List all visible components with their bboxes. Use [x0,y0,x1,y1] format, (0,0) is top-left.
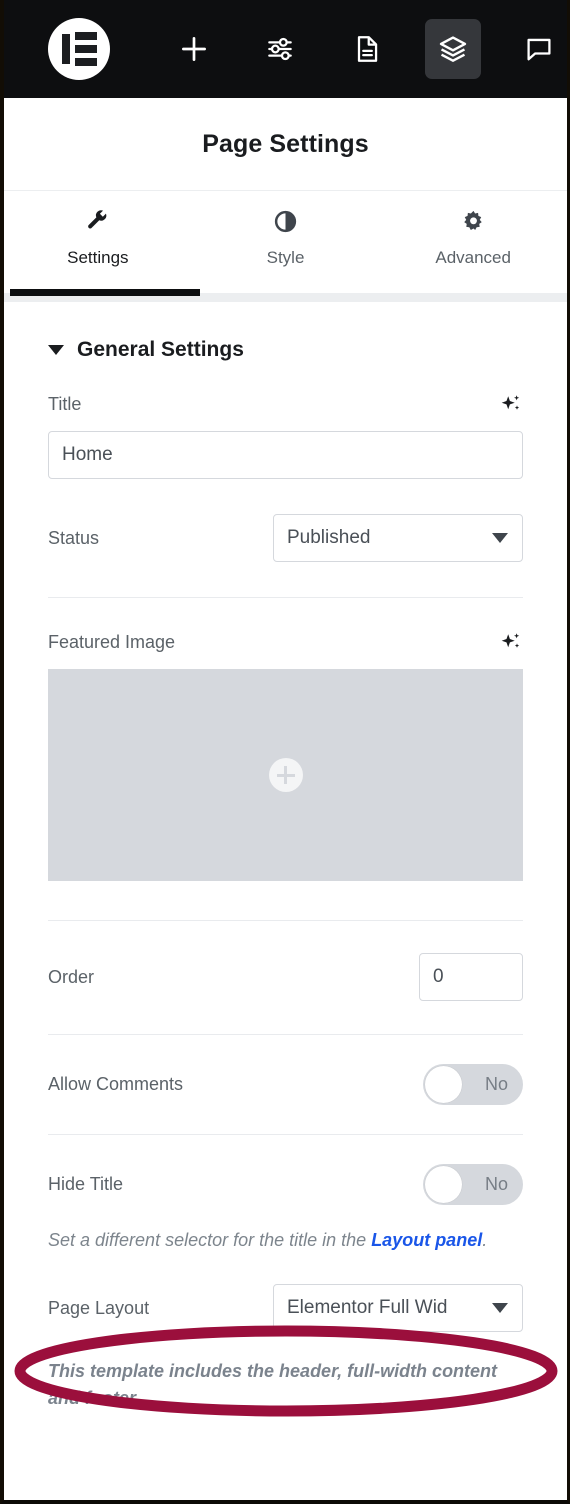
order-row: Order [48,953,523,1001]
featured-image-label: Featured Image [48,631,176,652]
allow-comments-row: Allow Comments No [48,1064,523,1105]
allow-comments-label: Allow Comments [48,1074,184,1094]
page-layout-label: Page Layout [48,1297,150,1318]
chevron-down-icon [492,1303,508,1314]
toggle-knob [425,1066,462,1103]
featured-image-dropzone[interactable] [48,669,523,881]
title-field-header: Title [48,392,523,416]
panel-header: Page Settings [4,98,567,191]
page-layout-note: This template includes the header, full-… [48,1361,498,1408]
chevron-down-icon [48,345,64,355]
divider [48,1134,523,1135]
divider [48,597,523,598]
page-layout-select[interactable]: Elementor Full Wid [273,1284,523,1333]
hide-title-toggle[interactable]: No [423,1164,523,1205]
sparkle-ai-icon[interactable] [499,392,523,416]
chevron-down-icon [492,533,508,543]
page-document-button[interactable] [339,19,394,79]
hide-title-row: Hide Title No [48,1164,523,1205]
divider [48,920,523,921]
section-title: General Settings [77,338,244,361]
tab-label: Style [266,248,305,267]
layers-icon [439,36,467,62]
status-select[interactable]: Published [273,514,523,562]
chat-bubble-icon [527,38,551,61]
wrench-icon [85,208,110,234]
contrast-icon [273,208,298,234]
sliders-icon [268,37,292,61]
title-input[interactable] [48,431,523,479]
page-title: Page Settings [202,129,369,158]
feedback-chat-button[interactable] [512,19,567,79]
hide-title-label: Hide Title [48,1174,124,1194]
help-text-before: Set a different selector for the title i… [48,1230,372,1250]
editor-toolbar [4,0,567,98]
order-input[interactable] [419,953,523,1001]
elementor-logo-button[interactable] [48,18,110,80]
plus-icon [181,37,206,61]
allow-comments-toggle[interactable]: No [423,1064,523,1105]
elementor-page-settings-panel: Page Settings Settings Style Advanced Ge… [0,0,570,1504]
general-settings-section-header[interactable]: General Settings [48,302,523,392]
sparkle-ai-icon[interactable] [499,630,523,654]
divider [48,1034,523,1035]
toggle-value: No [484,1174,508,1194]
layout-panel-link[interactable]: Layout panel [371,1230,482,1250]
tab-label: Advanced [435,248,511,267]
settings-body: General Settings Title Status Published [4,302,567,1412]
navigator-layers-button[interactable] [425,19,481,79]
panel-tabs: Settings Style Advanced [4,191,567,302]
toggle-knob [425,1166,462,1203]
help-text-after: . [482,1230,488,1250]
status-value: Published [287,527,371,548]
order-label: Order [48,966,95,987]
site-settings-button[interactable] [252,19,307,79]
tab-advanced[interactable]: Advanced [379,191,567,302]
hide-title-help-text: Set a different selector for the title i… [48,1227,523,1253]
status-label: Status [48,527,100,548]
status-row: Status Published [48,514,523,562]
page-layout-value: Elementor Full Wid [287,1297,448,1319]
document-icon [357,36,377,62]
tab-label: Settings [67,248,129,267]
active-tab-indicator [10,289,200,296]
add-element-button[interactable] [166,19,221,79]
title-label: Title [48,393,82,414]
featured-image-header: Featured Image [48,630,523,654]
plus-circle-icon [268,758,303,792]
tab-settings[interactable]: Settings [4,191,192,302]
elementor-logo-icon [48,18,110,80]
toggle-value: No [484,1074,508,1094]
gear-icon [461,208,486,234]
page-layout-row: Page Layout Elementor Full Wid [48,1284,523,1333]
tab-style[interactable]: Style [192,191,380,302]
